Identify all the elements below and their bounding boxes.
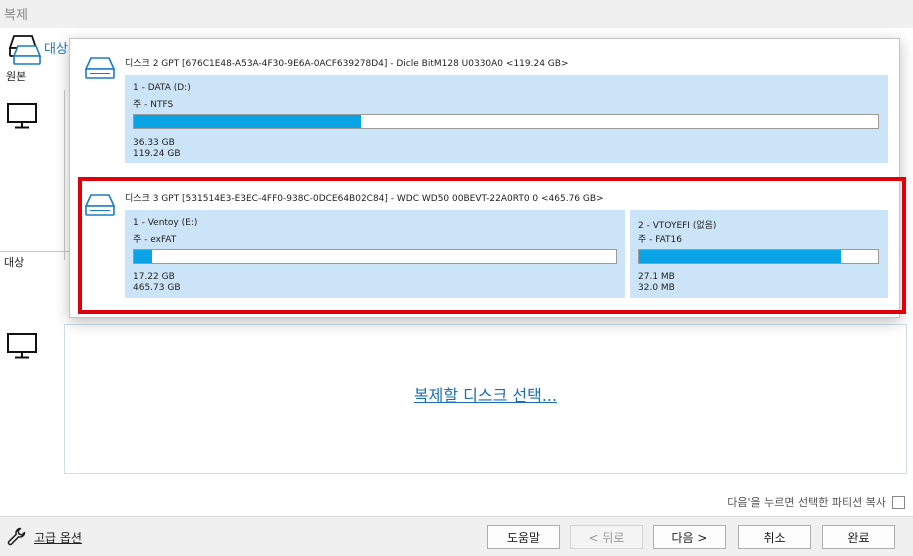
copy-partition-option[interactable]: 다음'을 누르면 선택한 파티션 복사 bbox=[727, 494, 905, 510]
divider bbox=[0, 251, 70, 252]
target-label: 대상 bbox=[4, 256, 25, 269]
target-disk-area[interactable]: 복제할 디스크 선택... bbox=[64, 324, 907, 474]
disk-header: 디스크 2 GPT [676C1E48-A53A-4F30-9E6A-0ACF6… bbox=[125, 59, 569, 69]
window-title: 복제 bbox=[4, 8, 28, 23]
disk-icon bbox=[12, 45, 42, 65]
help-button[interactable]: 도움말 bbox=[487, 525, 560, 549]
wrench-icon bbox=[7, 527, 26, 546]
selection-highlight bbox=[78, 177, 906, 314]
finish-button[interactable]: 완료 bbox=[822, 525, 895, 549]
monitor-icon bbox=[7, 103, 37, 129]
disk-icon bbox=[84, 57, 116, 79]
usage-bar-fill bbox=[134, 115, 361, 128]
partition-total: 119.24 GB bbox=[133, 149, 181, 159]
partition-item[interactable]: 1 - DATA (D:) 주 - NTFS 36.33 GB 119.24 G… bbox=[125, 75, 888, 163]
advanced-options-label: 고급 옵션 bbox=[34, 530, 82, 545]
cancel-button[interactable]: 취소 bbox=[738, 525, 811, 549]
copy-option-label: 다음'을 누르면 선택한 파티션 복사 bbox=[727, 496, 886, 509]
left-column: 대상 원본 대상 bbox=[0, 28, 70, 516]
source-label: 원본 bbox=[6, 70, 27, 83]
partition-name: 1 - DATA (D:) bbox=[133, 83, 191, 93]
next-button[interactable]: 다음 > bbox=[653, 525, 726, 549]
disk-item[interactable]: 디스크 2 GPT [676C1E48-A53A-4F30-9E6A-0ACF6… bbox=[76, 47, 894, 167]
partition-filesystem: 주 - NTFS bbox=[133, 100, 174, 110]
advanced-options[interactable]: 고급 옵션 bbox=[6, 526, 82, 548]
usage-bar bbox=[133, 114, 879, 129]
partition-used: 36.33 GB bbox=[133, 138, 175, 148]
select-disk-link[interactable]: 복제할 디스크 선택... bbox=[65, 382, 906, 406]
back-button[interactable]: < 뒤로 bbox=[570, 525, 643, 549]
monitor-icon bbox=[7, 333, 37, 359]
copy-option-checkbox[interactable] bbox=[892, 495, 905, 509]
tab-target[interactable]: 대상 bbox=[44, 38, 68, 57]
bottom-bar: 고급 옵션 도움말 < 뒤로 다음 > 취소 완료 bbox=[0, 516, 913, 556]
divider bbox=[64, 90, 65, 260]
